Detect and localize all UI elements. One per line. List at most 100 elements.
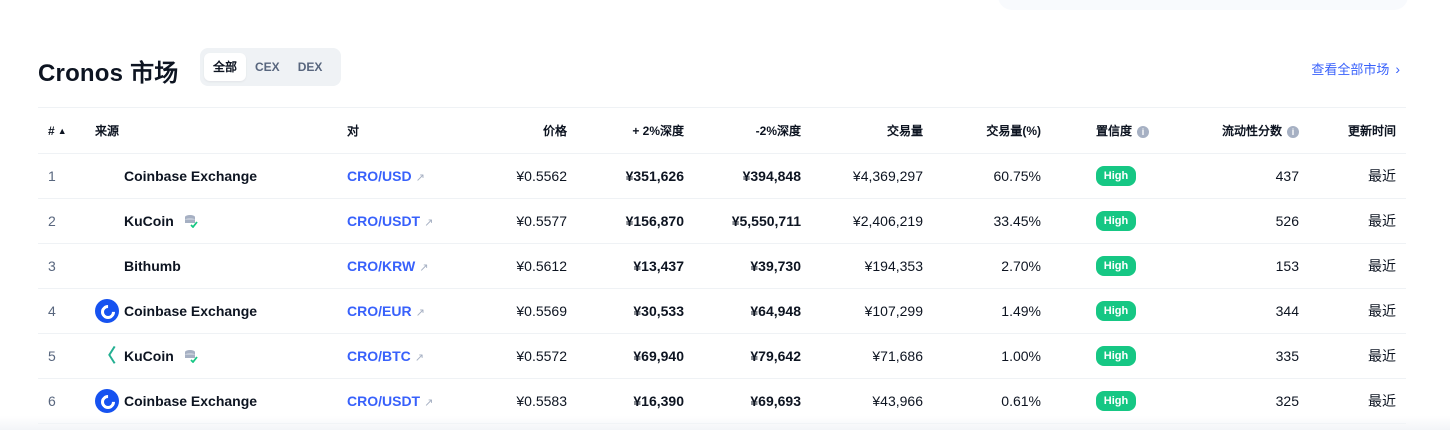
- volume-cell: ¥107,299: [801, 288, 923, 334]
- col-volume-pct[interactable]: 交易量(%): [923, 107, 1041, 154]
- exchange-name[interactable]: Coinbase Exchange: [124, 393, 257, 409]
- kucoin-logo-icon: 〈: [98, 346, 116, 366]
- pair-link[interactable]: CRO/BTC: [347, 348, 411, 364]
- exchange-name[interactable]: Coinbase Exchange: [124, 168, 257, 184]
- pair-link[interactable]: CRO/USD: [347, 168, 412, 184]
- external-link-icon[interactable]: ↗: [424, 397, 433, 409]
- view-all-markets-link[interactable]: 查看全部市场 ›: [1311, 59, 1400, 78]
- pair-cell[interactable]: CRO/KRW ↗: [347, 243, 477, 289]
- updated-cell: 最近: [1311, 198, 1406, 244]
- external-link-icon[interactable]: ↗: [419, 262, 428, 274]
- confidence-cell: High: [1041, 333, 1161, 379]
- price-cell: ¥0.5562: [477, 153, 567, 199]
- depth-plus-cell: ¥13,437: [567, 243, 684, 289]
- confidence-badge: High: [1095, 391, 1137, 411]
- liquidity-cell: 344: [1161, 288, 1311, 334]
- top-card: [998, 0, 1408, 10]
- volume-pct-cell: 1.00%: [923, 333, 1041, 379]
- price-cell: ¥0.5572: [477, 333, 567, 379]
- price-cell: ¥0.5577: [477, 198, 567, 244]
- pair-cell[interactable]: CRO/EUR ↗: [347, 288, 477, 334]
- price-cell: ¥0.5569: [477, 288, 567, 334]
- col-rank[interactable]: # ▲: [38, 107, 95, 154]
- table-header-row: # ▲ 来源 对 价格 + 2%深度 -2%深度 交易量 交易量(%) 置信度 i …: [38, 107, 1406, 154]
- pair-link[interactable]: CRO/KRW: [347, 258, 415, 274]
- table-row: 4 Coinbase Exchange CRO/EUR ↗ ¥0.5569 ¥30,533…: [38, 288, 1406, 334]
- market-type-tabs: 全部 CEX DEX: [200, 48, 341, 86]
- depth-minus-cell: ¥5,550,711: [684, 198, 801, 244]
- tab-all[interactable]: 全部: [204, 53, 247, 81]
- confidence-cell: High: [1041, 153, 1161, 199]
- external-link-icon[interactable]: ↗: [415, 352, 424, 364]
- pair-cell[interactable]: CRO/USD ↗: [347, 153, 477, 199]
- exchange-logo-placeholder: [95, 164, 119, 188]
- markets-table: # ▲ 来源 对 价格 + 2%深度 -2%深度 交易量 交易量(%) 置信度 i …: [38, 107, 1406, 424]
- depth-plus-cell: ¥156,870: [567, 198, 684, 244]
- rank-cell: 2: [38, 198, 95, 244]
- external-link-icon[interactable]: ↗: [416, 307, 425, 319]
- source-cell[interactable]: Bithumb: [95, 243, 347, 289]
- exchange-name[interactable]: Bithumb: [124, 258, 181, 274]
- updated-cell: 最近: [1311, 288, 1406, 334]
- col-updated: 更新时间: [1311, 107, 1406, 154]
- rank-cell: 3: [38, 243, 95, 289]
- pair-link[interactable]: CRO/USDT: [347, 393, 420, 409]
- exchange-name[interactable]: KuCoin: [124, 213, 174, 229]
- volume-cell: ¥4,369,297: [801, 153, 923, 199]
- source-cell[interactable]: Coinbase Exchange: [95, 153, 347, 199]
- confidence-badge: High: [1095, 166, 1137, 186]
- liquidity-cell: 335: [1161, 333, 1311, 379]
- source-cell[interactable]: Coinbase Exchange: [95, 288, 347, 334]
- col-source: 来源: [95, 107, 347, 154]
- pair-link[interactable]: CRO/EUR: [347, 303, 412, 319]
- col-price[interactable]: 价格: [477, 107, 567, 154]
- exchange-name[interactable]: Coinbase Exchange: [124, 303, 257, 319]
- pair-cell[interactable]: CRO/BTC ↗: [347, 333, 477, 379]
- confidence-badge: High: [1095, 211, 1137, 231]
- col-confidence: 置信度 i: [1041, 107, 1161, 154]
- rank-cell: 5: [38, 333, 95, 379]
- proof-of-reserves-icon[interactable]: [184, 214, 198, 228]
- col-pair: 对: [347, 107, 477, 154]
- updated-cell: 最近: [1311, 333, 1406, 379]
- exchange-name[interactable]: KuCoin: [124, 348, 174, 364]
- info-icon[interactable]: i: [1137, 125, 1149, 138]
- col-depth-plus[interactable]: + 2%深度: [567, 107, 684, 154]
- source-cell[interactable]: 〈 KuCoin: [95, 333, 347, 379]
- liquidity-cell: 437: [1161, 153, 1311, 199]
- tab-dex[interactable]: DEX: [289, 53, 332, 81]
- table-row: 2 KuCoin CRO/USDT ↗ ¥0.5577 ¥156,870 ¥5,550,71…: [38, 198, 1406, 244]
- confidence-badge: High: [1095, 346, 1137, 366]
- volume-pct-cell: 60.75%: [923, 153, 1041, 199]
- external-link-icon[interactable]: ↗: [424, 217, 433, 229]
- price-cell: ¥0.5612: [477, 243, 567, 289]
- bottom-fade: [0, 416, 1450, 430]
- rank-cell: 4: [38, 288, 95, 334]
- depth-minus-cell: ¥64,948: [684, 288, 801, 334]
- volume-cell: ¥2,406,219: [801, 198, 923, 244]
- proof-of-reserves-icon[interactable]: [184, 349, 198, 363]
- confidence-badge: High: [1095, 256, 1137, 276]
- depth-minus-cell: ¥79,642: [684, 333, 801, 379]
- col-volume[interactable]: 交易量: [801, 107, 923, 154]
- volume-pct-cell: 2.70%: [923, 243, 1041, 289]
- volume-cell: ¥194,353: [801, 243, 923, 289]
- view-all-label: 查看全部市场: [1311, 62, 1390, 77]
- external-link-icon[interactable]: ↗: [416, 172, 425, 184]
- pair-link[interactable]: CRO/USDT: [347, 213, 420, 229]
- volume-cell: ¥71,686: [801, 333, 923, 379]
- page-title: Cronos 市场: [38, 60, 179, 87]
- liquidity-cell: 526: [1161, 198, 1311, 244]
- confidence-cell: High: [1041, 243, 1161, 289]
- liquidity-cell: 153: [1161, 243, 1311, 289]
- confidence-badge: High: [1095, 301, 1137, 321]
- updated-cell: 最近: [1311, 153, 1406, 199]
- rank-cell: 1: [38, 153, 95, 199]
- source-cell[interactable]: KuCoin: [95, 198, 347, 244]
- info-icon[interactable]: i: [1287, 125, 1299, 138]
- pair-cell[interactable]: CRO/USDT ↗: [347, 198, 477, 244]
- col-liquidity[interactable]: 流动性分数 i: [1161, 107, 1311, 154]
- col-depth-minus[interactable]: -2%深度: [684, 107, 801, 154]
- tab-cex[interactable]: CEX: [246, 53, 289, 81]
- volume-pct-cell: 1.49%: [923, 288, 1041, 334]
